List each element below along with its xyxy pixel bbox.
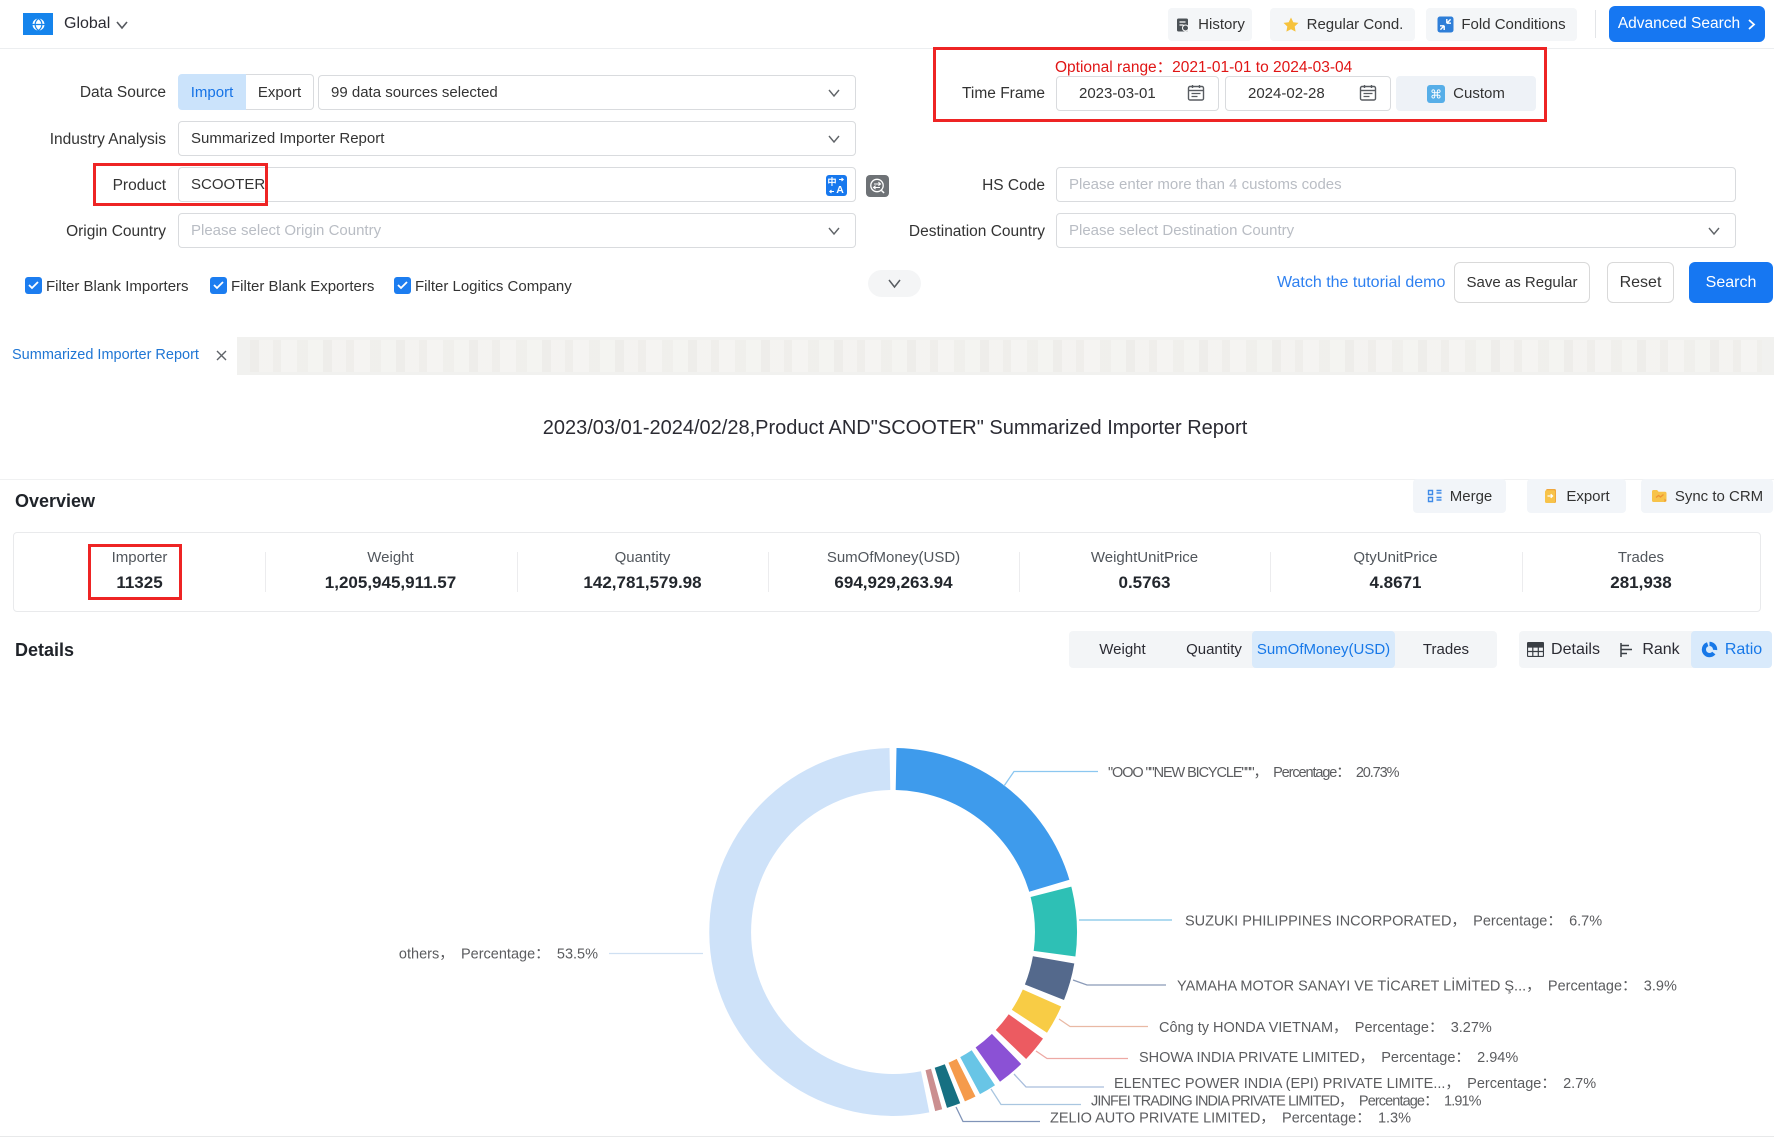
svg-text:others， Percentage： 53.5%: others， Percentage： 53.5% bbox=[399, 947, 598, 963]
svg-text:ZELIO AUTO PRIVATE LIMITED， Pe: ZELIO AUTO PRIVATE LIMITED， Percentage： … bbox=[1050, 1111, 1411, 1127]
svg-text:A: A bbox=[836, 184, 844, 196]
svg-text:ELENTEC POWER INDIA (EPI) PRIV: ELENTEC POWER INDIA (EPI) PRIVATE LIMITE… bbox=[1114, 1076, 1596, 1092]
svg-text:SHOWA INDIA PRIVATE LIMITED， P: SHOWA INDIA PRIVATE LIMITED， Percentage：… bbox=[1139, 1050, 1518, 1066]
svg-text:SUZUKI PHILIPPINES INCORPORATE: SUZUKI PHILIPPINES INCORPORATED， Percent… bbox=[1185, 914, 1602, 930]
svg-text:YAMAHA MOTOR SANAYI VE TİCARET: YAMAHA MOTOR SANAYI VE TİCARET LİMİTED Ş… bbox=[1177, 977, 1677, 995]
svg-text:JINFEI TRADING INDIA PRIVATE L: JINFEI TRADING INDIA PRIVATE LIMITED， Pe… bbox=[1091, 1094, 1482, 1110]
svg-text:Công ty HONDA VIETNAM， Percent: Công ty HONDA VIETNAM， Percentage： 3.27% bbox=[1159, 1020, 1492, 1036]
svg-text:中: 中 bbox=[827, 176, 836, 187]
svg-text:"OOO ""NEW BICYCLE"""， Percent: "OOO ""NEW BICYCLE"""， Percentage： 20.73… bbox=[1108, 765, 1400, 781]
svg-text:⌘: ⌘ bbox=[1430, 87, 1442, 101]
